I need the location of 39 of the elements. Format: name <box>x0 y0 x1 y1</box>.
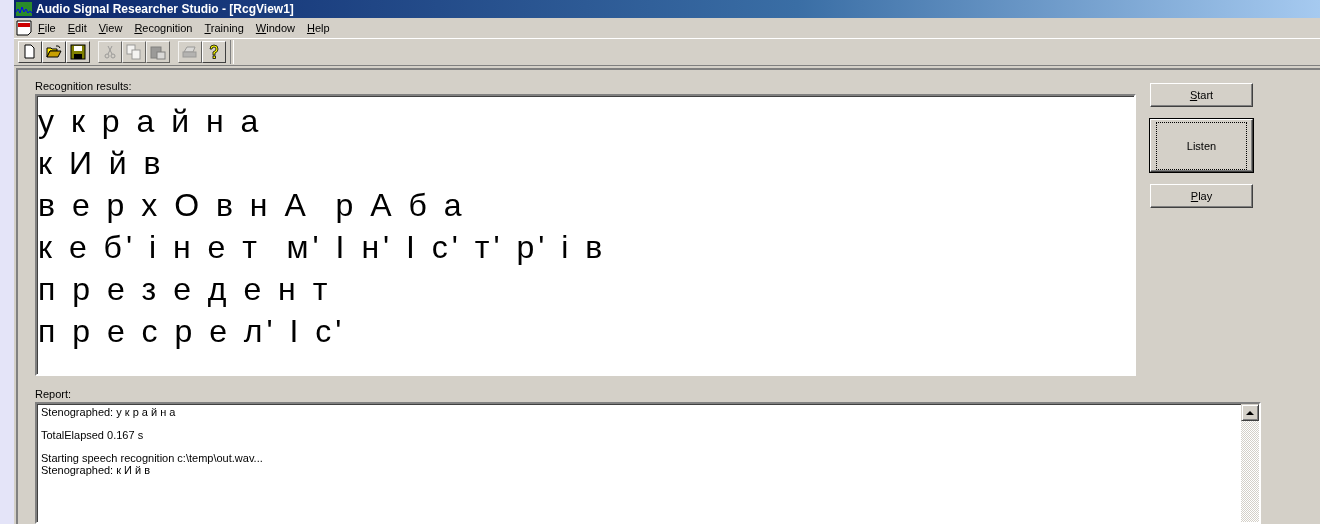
result-line: п р е с р е л' І с' <box>38 312 346 351</box>
report-line: TotalElapsed 0.167 s <box>41 429 144 441</box>
help-button[interactable] <box>202 41 226 63</box>
copy-icon <box>126 44 142 60</box>
page-icon <box>22 44 38 60</box>
menu-item[interactable]: Window <box>249 22 301 34</box>
result-line: п р е з е д е н т <box>38 270 332 309</box>
new-button[interactable] <box>18 41 42 63</box>
window-title: Audio Signal Researcher Studio - [RcgView1] <box>36 2 294 16</box>
result-line: к И й в <box>38 144 165 183</box>
action-button[interactable]: Listen <box>1150 119 1253 172</box>
clipboard-icon <box>150 44 166 60</box>
scrollbar[interactable] <box>1241 404 1259 522</box>
document-icon[interactable] <box>16 20 32 36</box>
menu-item[interactable]: Training <box>198 22 250 34</box>
save-button[interactable] <box>66 41 90 63</box>
result-line: у к р а й н а <box>38 102 263 141</box>
up-arrow-icon <box>1246 410 1254 415</box>
result-line: в е р х О в н А р А б а <box>38 186 466 225</box>
menu-item[interactable]: File <box>32 22 62 34</box>
action-button[interactable]: Play <box>1150 184 1253 208</box>
result-line: к е б' і н е т м' І н' І с' т' р' і в <box>38 228 607 267</box>
menu-item[interactable]: Recognition <box>128 22 199 34</box>
recognition-label: Recognition results: <box>35 79 133 94</box>
app-icon <box>16 2 32 16</box>
report-line: Stenographed: к И й в <box>41 464 151 476</box>
menu-item[interactable]: View <box>92 22 129 34</box>
printer-icon <box>182 44 198 60</box>
menu-item[interactable]: Help <box>300 22 336 34</box>
scissors-icon <box>102 44 118 60</box>
report-line: Stenographed: у к р а й н а <box>41 406 176 418</box>
report-label: Report: <box>35 387 73 402</box>
menu-item[interactable]: Edit <box>61 22 93 34</box>
scroll-up-button[interactable] <box>1241 404 1259 421</box>
action-button[interactable]: Start <box>1150 83 1253 107</box>
folder-icon <box>46 44 62 60</box>
open-button[interactable] <box>42 41 66 63</box>
report-line: Starting speech recognition c:\temp\out.wav... <box>41 452 263 464</box>
question-mark-icon <box>206 44 222 60</box>
